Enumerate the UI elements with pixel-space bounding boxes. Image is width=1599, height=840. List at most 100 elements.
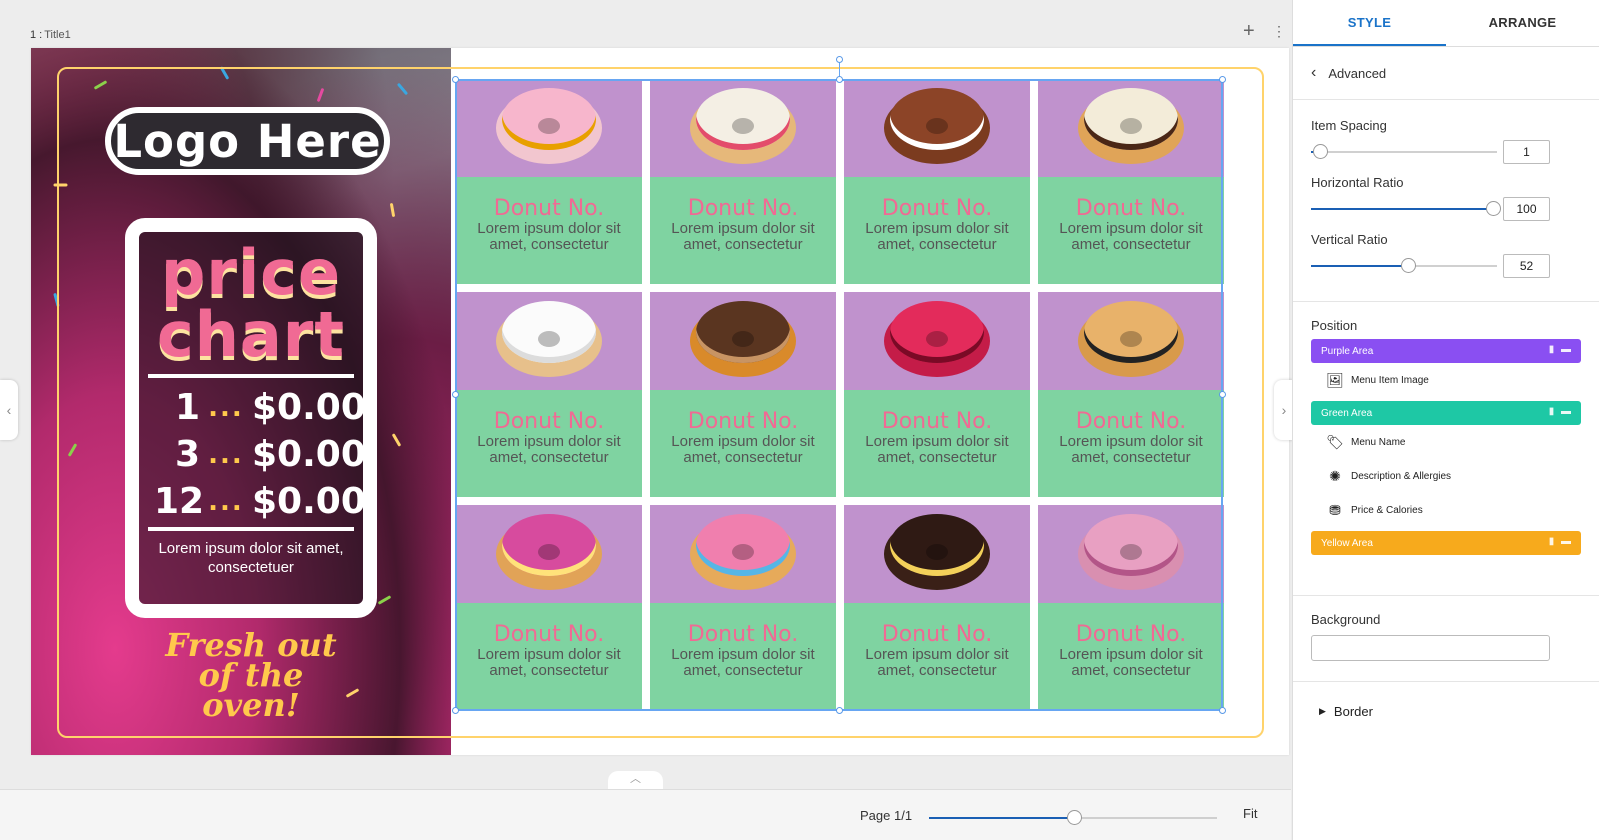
menu-item[interactable]: Donut No. Lorem ipsum dolor sit amet, con… [1038, 505, 1224, 710]
menu-item[interactable]: Donut No. Lorem ipsum dolor sit amet, con… [650, 505, 836, 710]
border-section-toggle[interactable]: ▶ Border [1293, 682, 1599, 740]
slider-knob[interactable] [1313, 144, 1329, 159]
resize-handle[interactable] [836, 76, 843, 83]
tagline-text[interactable]: Fresh out of the oven! [151, 629, 351, 721]
menu-item-text-area[interactable]: Donut No. Lorem ipsum dolor sit amet, con… [844, 603, 1030, 710]
menu-item-text-area[interactable]: Donut No. Lorem ipsum dolor sit amet, con… [456, 390, 642, 497]
menu-item-image-area[interactable] [1038, 79, 1224, 177]
area-child-item[interactable]: ✺ Description & Allergies [1311, 459, 1581, 493]
menu-item[interactable]: Donut No. Lorem ipsum dolor sit amet, con… [456, 79, 642, 284]
menu-item-text-area[interactable]: Donut No. Lorem ipsum dolor sit amet, con… [1038, 177, 1224, 284]
sprinkle-decoration [391, 433, 402, 447]
donut-image [884, 86, 990, 170]
menu-item-name: Donut No. [881, 409, 993, 434]
menu-item-text-area[interactable]: Donut No. Lorem ipsum dolor sit amet, con… [1038, 603, 1224, 710]
bottom-toolbar [0, 789, 1291, 840]
logo-placeholder[interactable]: Logo Here [105, 107, 390, 175]
area-controls-icon[interactable]: ▮ ▬ [1549, 536, 1573, 547]
design-canvas[interactable]: Logo Here price chart 1... $0.00 3... $0.00… [31, 48, 1289, 755]
area-controls-icon[interactable]: ▮ ▬ [1549, 344, 1573, 355]
add-page-icon[interactable]: + [1243, 21, 1255, 41]
green-area-item[interactable]: Green Area ▮ ▬ [1311, 401, 1581, 425]
divider [148, 374, 354, 378]
menu-item[interactable]: Donut No. Lorem ipsum dolor sit amet, con… [844, 505, 1030, 710]
menu-item-image-area[interactable] [1038, 292, 1224, 390]
tab-style[interactable]: STYLE [1293, 0, 1446, 46]
resize-handle[interactable] [1219, 76, 1226, 83]
zoom-slider[interactable] [929, 810, 1217, 825]
tab-arrange[interactable]: ARRANGE [1446, 0, 1599, 46]
area-controls-icon[interactable]: ▮ ▬ [1549, 406, 1573, 417]
slider-value-input[interactable]: 100 [1503, 197, 1550, 221]
resize-handle[interactable] [452, 707, 459, 714]
menu-item-description: Lorem ipsum dolor sit amet, consectetur [477, 220, 621, 253]
slider-track[interactable] [1311, 258, 1497, 273]
menu-item-image-area[interactable] [650, 292, 836, 390]
menu-item-text-area[interactable]: Donut No. Lorem ipsum dolor sit amet, con… [650, 177, 836, 284]
menu-item-text-area[interactable]: Donut No. Lorem ipsum dolor sit amet, con… [844, 177, 1030, 284]
menu-item-text-area[interactable]: Donut No. Lorem ipsum dolor sit amet, con… [456, 177, 642, 284]
slider-value-input[interactable]: 1 [1503, 140, 1550, 164]
menu-item-text-area[interactable]: Donut No. Lorem ipsum dolor sit amet, con… [650, 390, 836, 497]
area-child-item[interactable]: 🏷 Menu Name [1311, 425, 1581, 459]
menu-item-image-area[interactable] [844, 505, 1030, 603]
menu-grid[interactable]: Donut No. Lorem ipsum dolor sit amet, con… [456, 79, 1224, 711]
rotate-handle[interactable] [836, 56, 843, 63]
menu-item-image-area[interactable] [650, 79, 836, 177]
slider-knob[interactable] [1486, 201, 1502, 216]
area-child-item[interactable]: 🖼 Menu Item Image [1311, 363, 1581, 397]
price-chart-card[interactable]: price chart 1... $0.00 3... $0.00 12... $0.00… [125, 218, 377, 618]
menu-item[interactable]: Donut No. Lorem ipsum dolor sit amet, con… [844, 79, 1030, 284]
slider-label: Vertical Ratio [1311, 232, 1388, 247]
expand-pages-button[interactable]: ︿ [608, 771, 663, 789]
menu-item-image-area[interactable] [456, 79, 642, 177]
collapse-left-button[interactable]: ‹ [0, 380, 18, 440]
resize-handle[interactable] [1219, 391, 1226, 398]
yellow-area-item[interactable]: Yellow Area ▮ ▬ [1311, 531, 1581, 555]
menu-item-image-area[interactable] [844, 292, 1030, 390]
page-label: 1 : Title1 [30, 29, 71, 41]
more-options-icon[interactable]: ⋮ [1272, 24, 1286, 38]
donut-hole [538, 118, 560, 134]
menu-item-text-area[interactable]: Donut No. Lorem ipsum dolor sit amet, con… [456, 603, 642, 710]
resize-handle[interactable] [836, 707, 843, 714]
menu-item-name: Donut No. [1075, 622, 1187, 647]
menu-item-image-area[interactable] [844, 79, 1030, 177]
price-row: 12... $0.00 [139, 478, 366, 525]
slider-value-input[interactable]: 52 [1503, 254, 1550, 278]
menu-item[interactable]: Donut No. Lorem ipsum dolor sit amet, con… [456, 292, 642, 497]
menu-item-image-area[interactable] [1038, 505, 1224, 603]
menu-item[interactable]: Donut No. Lorem ipsum dolor sit amet, con… [1038, 79, 1224, 284]
menu-item-text-area[interactable]: Donut No. Lorem ipsum dolor sit amet, con… [1038, 390, 1224, 497]
menu-item-image-area[interactable] [456, 292, 642, 390]
slider-knob[interactable] [1400, 258, 1416, 273]
menu-item-text-area[interactable]: Donut No. Lorem ipsum dolor sit amet, con… [650, 603, 836, 710]
donut-image [690, 512, 796, 596]
menu-item-image-area[interactable] [456, 505, 642, 603]
price-footer-text: Lorem ipsum dolor sit amet, consectetuer [158, 540, 344, 576]
donut-image [884, 299, 990, 383]
menu-item[interactable]: Donut No. Lorem ipsum dolor sit amet, con… [1038, 292, 1224, 497]
fit-button[interactable]: Fit [1243, 806, 1257, 821]
zoom-slider-fill [929, 817, 1075, 819]
donut-image [884, 512, 990, 596]
menu-item[interactable]: Donut No. Lorem ipsum dolor sit amet, con… [650, 292, 836, 497]
menu-item[interactable]: Donut No. Lorem ipsum dolor sit amet, con… [456, 505, 642, 710]
resize-handle[interactable] [1219, 707, 1226, 714]
menu-item[interactable]: Donut No. Lorem ipsum dolor sit amet, con… [650, 79, 836, 284]
donut-hole [926, 118, 948, 134]
background-color-field[interactable] [1311, 635, 1550, 661]
menu-item-text-area[interactable]: Donut No. Lorem ipsum dolor sit amet, con… [844, 390, 1030, 497]
ratio-settings: Item Spacing 1 Horizontal Ratio 100 Vertical… [1293, 100, 1599, 302]
collapse-right-button[interactable]: › [1274, 380, 1294, 440]
purple-area-item[interactable]: Purple Area ▮ ▬ [1311, 339, 1581, 363]
advanced-back-button[interactable]: ‹ Advanced [1293, 47, 1599, 100]
poster-left-panel[interactable]: Logo Here price chart 1... $0.00 3... $0.00… [31, 48, 451, 755]
slider-track[interactable] [1311, 201, 1502, 216]
menu-item-image-area[interactable] [650, 505, 836, 603]
menu-item[interactable]: Donut No. Lorem ipsum dolor sit amet, con… [844, 292, 1030, 497]
area-child-item[interactable]: ⛃ Price & Calories [1311, 493, 1581, 527]
slider-track[interactable] [1311, 144, 1497, 159]
resize-handle[interactable] [452, 391, 459, 398]
resize-handle[interactable] [452, 76, 459, 83]
